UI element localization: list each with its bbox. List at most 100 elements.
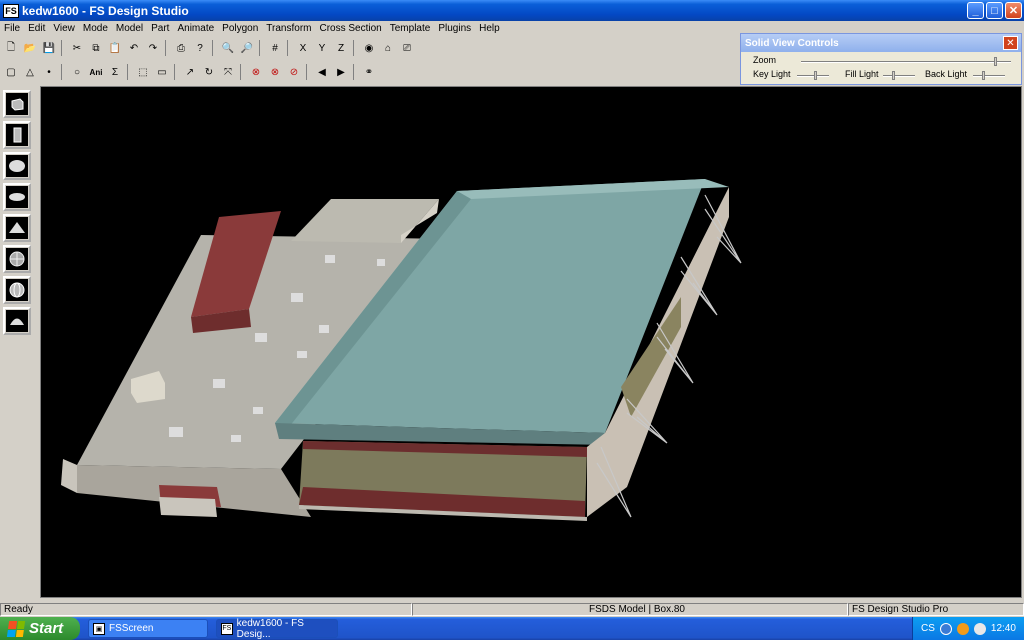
open-folder-icon[interactable]: 📂 — [21, 39, 39, 57]
zoom-label: Zoom — [753, 55, 777, 65]
maximize-button[interactable]: □ — [986, 2, 1003, 19]
grid-icon[interactable]: # — [266, 39, 284, 57]
sum-icon[interactable]: Σ — [106, 63, 124, 81]
toolbar-separator — [212, 40, 216, 56]
rotate-icon[interactable]: ↻ — [200, 63, 218, 81]
tray-language[interactable]: CS — [921, 623, 935, 634]
previous-icon[interactable]: ◀ — [313, 63, 331, 81]
zoom-out-icon[interactable]: 🔎 — [238, 39, 256, 57]
solid-view-icon[interactable]: ◉ — [360, 39, 378, 57]
window-controls: _ □ ✕ — [967, 2, 1022, 19]
status-product: FS Design Studio Pro — [848, 602, 1024, 616]
delete-part-icon[interactable]: ⊗ — [266, 63, 284, 81]
delete-poly-icon[interactable]: ⊘ — [285, 63, 303, 81]
status-bar: Ready FSDS Model | Box.80 FS Design Stud… — [0, 602, 1024, 616]
edit-toolbar: ▢ △ • ○ Ani Σ ⬚ ▭ ↗ ↻ ⤧ ⊗ ⊗ ⊘ ◀ ▶ ⚭ — [2, 62, 378, 82]
task-label: FSScreen — [109, 623, 154, 634]
window-title: kedw1600 - FS Design Studio — [22, 3, 189, 18]
copy-icon[interactable]: ⧉ — [87, 39, 105, 57]
panel-close-button[interactable]: ✕ — [1003, 36, 1018, 50]
paste-icon[interactable]: 📋 — [106, 39, 124, 57]
cut-icon[interactable]: ✂ — [68, 39, 86, 57]
axis-x-icon[interactable]: X — [294, 39, 312, 57]
axis-y-icon[interactable]: Y — [313, 39, 331, 57]
point-icon[interactable]: • — [40, 63, 58, 81]
zoom-slider-thumb[interactable] — [994, 57, 997, 66]
redo-icon[interactable]: ↷ — [144, 39, 162, 57]
zoom-slider[interactable] — [801, 57, 1011, 66]
key-light-slider[interactable] — [797, 71, 829, 80]
undo-icon[interactable]: ↶ — [125, 39, 143, 57]
sphere-primitive-button[interactable] — [3, 152, 31, 180]
new-file-icon[interactable]: 🗋 — [2, 39, 20, 57]
solid-view-viewport[interactable] — [40, 86, 1022, 598]
start-button[interactable]: Start — [0, 617, 80, 640]
toolbar-separator — [127, 64, 131, 80]
fsscreen-icon: ▣ — [93, 622, 105, 635]
move-icon[interactable]: ↗ — [181, 63, 199, 81]
marquee-icon[interactable]: ⬚ — [134, 63, 152, 81]
delete-icon[interactable]: ⊗ — [247, 63, 265, 81]
task-label: kedw1600 - FS Desig... — [236, 617, 304, 640]
security-icon[interactable] — [956, 622, 969, 635]
select-box-icon[interactable]: ▢ — [2, 63, 20, 81]
globe-primitive-icon — [9, 282, 25, 298]
print-icon[interactable]: ⎙ — [172, 39, 190, 57]
binoculars-icon[interactable]: ⚭ — [360, 63, 378, 81]
ruler-icon[interactable]: ▭ — [153, 63, 171, 81]
circle-icon[interactable]: ○ — [68, 63, 86, 81]
key-light-slider-thumb[interactable] — [814, 71, 817, 80]
toolbar-separator — [240, 64, 244, 80]
menu-transform[interactable]: Transform — [266, 23, 311, 34]
disc-primitive-button[interactable] — [3, 183, 31, 211]
menu-part[interactable]: Part — [151, 23, 169, 34]
menu-model[interactable]: Model — [116, 23, 143, 34]
clock: 12:40 — [990, 623, 1016, 634]
dome-primitive-icon — [10, 318, 24, 325]
menu-mode[interactable]: Mode — [83, 23, 108, 34]
home-view-icon[interactable]: ⌂ — [379, 39, 397, 57]
task-fsscreen[interactable]: ▣ FSScreen — [88, 619, 208, 638]
start-label: Start — [29, 620, 64, 637]
scale-icon[interactable]: ⤧ — [219, 63, 237, 81]
menu-file[interactable]: File — [4, 23, 20, 34]
menu-cross-section[interactable]: Cross Section — [320, 23, 382, 34]
menu-help[interactable]: Help — [479, 23, 500, 34]
axis-z-icon[interactable]: Z — [332, 39, 350, 57]
fill-light-slider-thumb[interactable] — [892, 71, 895, 80]
network-icon[interactable] — [939, 622, 952, 635]
disc-primitive-icon — [9, 193, 25, 201]
pyramid-primitive-button[interactable] — [3, 214, 31, 242]
menu-animate[interactable]: Animate — [177, 23, 214, 34]
app-icon[interactable]: FS — [3, 3, 19, 18]
minimize-button[interactable]: _ — [967, 2, 984, 19]
pyramid-primitive-icon — [9, 222, 25, 233]
globe-primitive-button[interactable] — [3, 276, 31, 304]
solid-view-controls-panel: Solid View Controls ✕ Zoom Key Light Fil… — [740, 33, 1022, 85]
cylinder-primitive-icon — [13, 127, 22, 143]
task-fs-design-studio[interactable]: FS kedw1600 - FS Desig... — [216, 617, 338, 640]
cube-primitive-button[interactable] — [3, 90, 31, 118]
zoom-in-icon[interactable]: 🔍 — [219, 39, 237, 57]
fill-light-slider[interactable] — [883, 71, 915, 80]
windows-flag-icon — [6, 620, 26, 637]
volume-icon[interactable] — [973, 622, 986, 635]
back-light-slider-thumb[interactable] — [982, 71, 985, 80]
menu-plugins[interactable]: Plugins — [438, 23, 471, 34]
save-icon[interactable]: 💾 — [40, 39, 58, 57]
dome-primitive-button[interactable] — [3, 307, 31, 335]
next-icon[interactable]: ▶ — [332, 63, 350, 81]
help-icon[interactable]: ? — [191, 39, 209, 57]
back-light-slider[interactable] — [973, 71, 1005, 80]
cylinder-primitive-button[interactable] — [3, 121, 31, 149]
close-button[interactable]: ✕ — [1005, 2, 1022, 19]
standard-toolbar: 🗋 📂 💾 ✂ ⧉ 📋 ↶ ↷ ⎙? 🔍 🔎 # X Y Z ◉ ⌂ ⎚ — [2, 38, 416, 58]
geosphere-primitive-button[interactable] — [3, 245, 31, 273]
menu-edit[interactable]: Edit — [28, 23, 45, 34]
menu-view[interactable]: View — [53, 23, 75, 34]
menu-polygon[interactable]: Polygon — [222, 23, 258, 34]
menu-template[interactable]: Template — [390, 23, 431, 34]
triangle-icon[interactable]: △ — [21, 63, 39, 81]
camera-icon[interactable]: ⎚ — [398, 39, 416, 57]
animate-icon[interactable]: Ani — [87, 63, 105, 81]
